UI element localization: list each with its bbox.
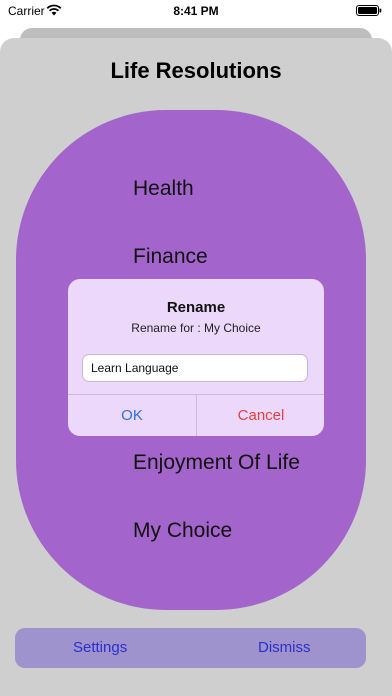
rename-dialog: Rename Rename for : My Choice OK Cancel: [68, 279, 324, 436]
rename-input[interactable]: [82, 354, 308, 382]
dismiss-button[interactable]: Dismiss: [258, 628, 311, 668]
cancel-button[interactable]: Cancel: [197, 395, 324, 436]
status-time: 8:41 PM: [173, 4, 219, 18]
status-bar: Carrier 8:41 PM: [0, 0, 392, 26]
dialog-message: Rename for : My Choice: [131, 321, 261, 335]
resolution-item-finance[interactable]: Finance: [133, 245, 208, 269]
resolution-item-health[interactable]: Health: [133, 177, 194, 201]
page-title: Life Resolutions: [110, 58, 282, 83]
resolution-item-my-choice[interactable]: My Choice: [133, 519, 232, 543]
resolution-item-enjoyment[interactable]: Enjoyment Of Life: [133, 451, 300, 475]
ok-button[interactable]: OK: [68, 395, 196, 436]
battery-icon: [356, 5, 382, 16]
bottom-bar: Settings Dismiss: [15, 628, 366, 668]
settings-button[interactable]: Settings: [73, 628, 127, 668]
dialog-title: Rename: [166, 299, 226, 316]
